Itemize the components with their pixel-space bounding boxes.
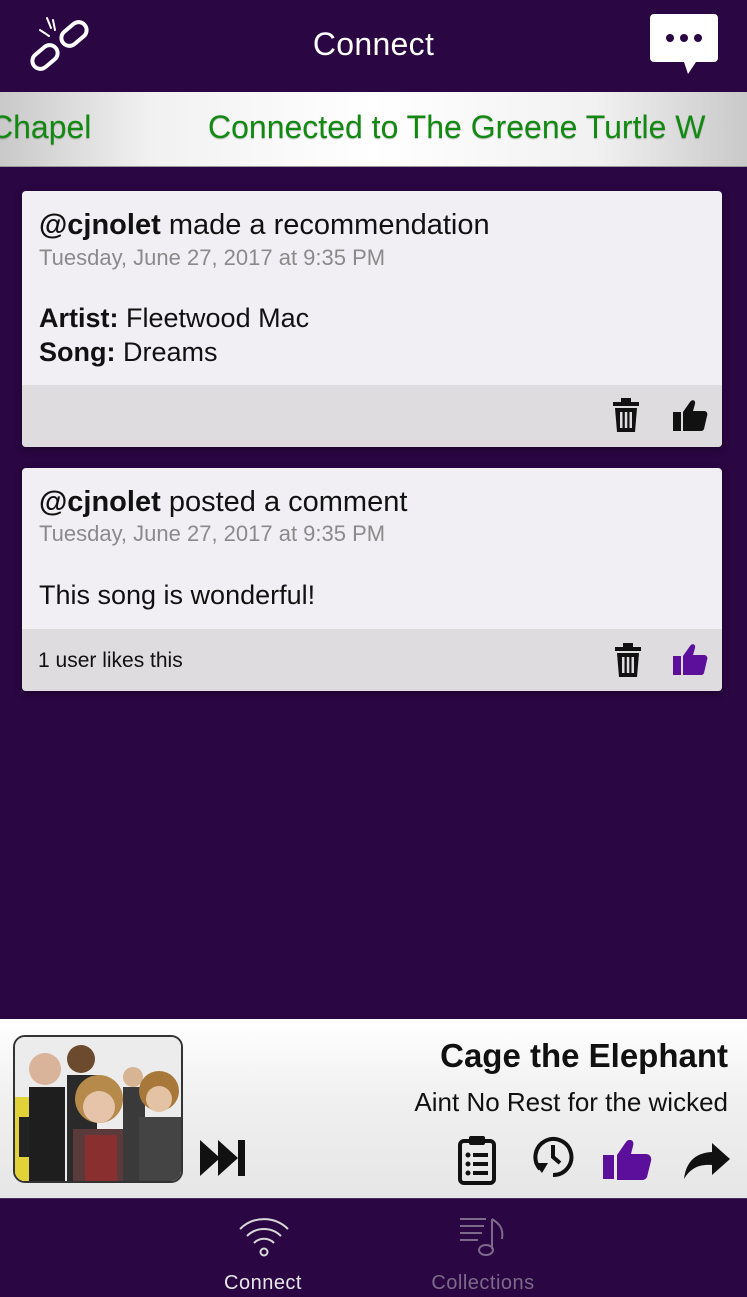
- username-link[interactable]: @cjnolet: [39, 209, 161, 241]
- tab-label: Collections: [431, 1272, 535, 1294]
- thumbs-up-icon[interactable]: [672, 397, 708, 433]
- connection-ticker: Chapel Connected to The Greene Turtle W: [0, 92, 747, 167]
- ticker-connection-status: Connected to The Greene Turtle W: [208, 109, 706, 145]
- artist-field: Artist: Fleetwood Mac: [39, 303, 309, 334]
- artist-label: Artist:: [39, 303, 119, 333]
- page-title: Connect: [312, 26, 435, 62]
- card-footer: [22, 385, 722, 447]
- queue-list-icon[interactable]: [457, 1135, 497, 1185]
- share-icon[interactable]: [682, 1141, 732, 1181]
- wifi-icon: [238, 1215, 290, 1259]
- now-playing-artist: Cage the Elephant: [440, 1037, 728, 1074]
- skip-forward-icon[interactable]: [198, 1137, 248, 1179]
- nav-bar: Connect: [0, 0, 747, 92]
- history-icon[interactable]: [530, 1133, 576, 1183]
- album-art[interactable]: [13, 1035, 183, 1183]
- tab-connect[interactable]: Connect: [153, 1199, 373, 1297]
- now-playing-bar: Cage the Elephant Aint No Rest for the w…: [0, 1019, 747, 1198]
- card-action-text: posted a comment: [168, 486, 408, 518]
- likes-count[interactable]: 1 user likes this: [38, 649, 183, 673]
- now-playing-song: Aint No Rest for the wicked: [414, 1087, 728, 1117]
- card-action-text: made a recommendation: [168, 209, 490, 241]
- artist-value: Fleetwood Mac: [126, 303, 310, 333]
- ticker-venue-fragment: Chapel: [0, 109, 92, 145]
- comment-text: This song is wonderful!: [39, 580, 316, 610]
- feed-card-recommendation: @cjnolet made a recommendation Tuesday, …: [22, 191, 722, 447]
- trash-icon[interactable]: [610, 642, 646, 678]
- thumbs-up-icon-active[interactable]: [602, 1137, 652, 1181]
- thumbs-up-icon-active[interactable]: [672, 641, 708, 677]
- song-value: Dreams: [123, 337, 218, 367]
- card-heading: @cjnolet posted a comment: [39, 486, 407, 519]
- song-field: Song: Dreams: [39, 337, 218, 368]
- card-heading: @cjnolet made a recommendation: [39, 209, 490, 242]
- music-list-icon: [458, 1215, 510, 1259]
- card-footer: 1 user likes this: [22, 629, 722, 691]
- tab-collections[interactable]: Collections: [373, 1199, 593, 1297]
- feed-card-comment: @cjnolet posted a comment Tuesday, June …: [22, 468, 722, 691]
- card-timestamp: Tuesday, June 27, 2017 at 9:35 PM: [39, 245, 386, 270]
- chat-bubble-icon[interactable]: [648, 12, 720, 78]
- tab-label: Connect: [224, 1272, 302, 1294]
- song-label: Song:: [39, 337, 116, 367]
- username-link[interactable]: @cjnolet: [39, 486, 161, 518]
- trash-icon[interactable]: [608, 397, 644, 433]
- card-timestamp: Tuesday, June 27, 2017 at 9:35 PM: [39, 521, 386, 546]
- tab-bar: Connect Collections: [0, 1198, 747, 1297]
